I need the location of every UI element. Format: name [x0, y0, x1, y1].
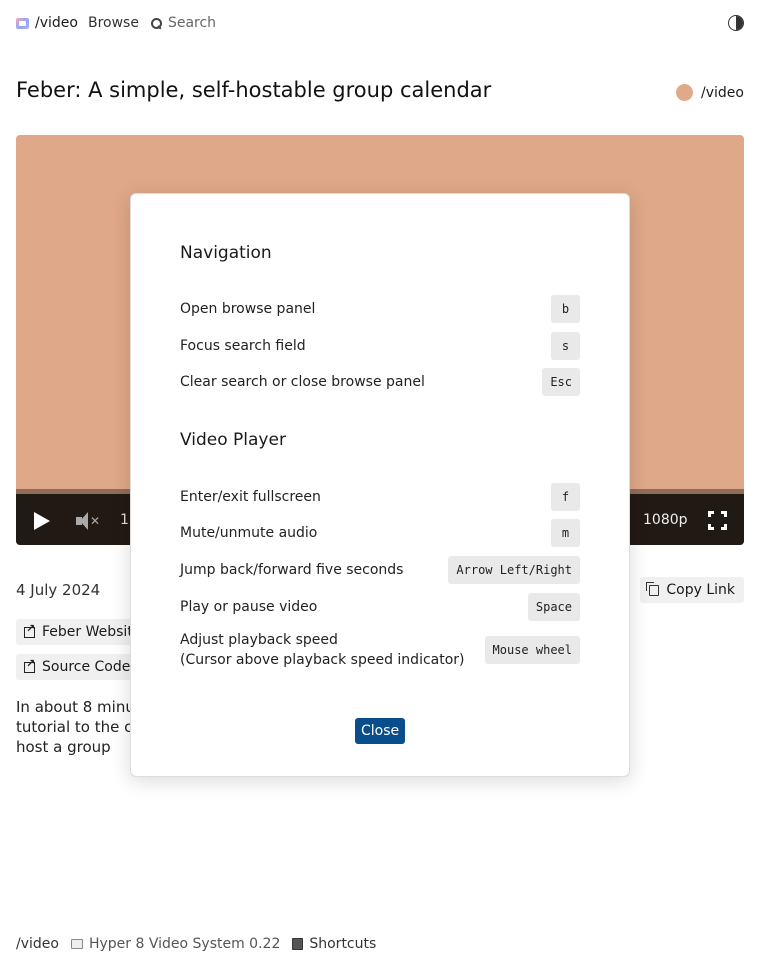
shortcut-row: Play or pause video Space [180, 593, 580, 621]
play-icon[interactable] [34, 512, 50, 530]
theme-toggle-icon[interactable] [728, 15, 744, 31]
shortcut-key: b [551, 295, 580, 323]
shortcut-label: Focus search field [180, 338, 306, 354]
shortcut-row: Enter/exit fullscreen f [180, 483, 580, 511]
shortcut-label-line2: (Cursor above playback speed indicator) [180, 652, 465, 668]
publish-date: 4 July 2024 [16, 581, 101, 599]
footer-home-link[interactable]: /video [16, 936, 59, 952]
website-link-label: Feber Website [42, 624, 142, 640]
shortcut-row: Mute/unmute audio m [180, 519, 580, 547]
shortcut-key: Mouse wheel [484, 636, 580, 664]
footer-shortcuts-label: Shortcuts [309, 936, 377, 952]
footer-system-link[interactable]: Hyper 8 Video System 0.22 [70, 936, 281, 952]
search-placeholder: Search [167, 15, 217, 31]
quality-selector[interactable]: 1080p [643, 512, 688, 528]
footer-shortcuts-link[interactable]: Shortcuts [292, 936, 376, 952]
section-title-video-player: Video Player [180, 430, 286, 450]
system-icon [70, 939, 83, 949]
external-link-icon [24, 622, 35, 638]
shortcut-key: Arrow Left/Right [448, 556, 580, 584]
mute-icon[interactable]: ✕ [76, 512, 100, 530]
copy-icon [646, 581, 660, 596]
channel-avatar [676, 84, 694, 101]
fullscreen-icon[interactable] [708, 511, 727, 530]
copy-link-button[interactable]: Copy Link [640, 577, 744, 603]
shortcut-row: Clear search or close browse panel Esc [180, 368, 580, 396]
search-icon [150, 17, 162, 29]
shortcut-label: Open browse panel [180, 301, 316, 317]
channel-link[interactable]: /video [676, 84, 744, 101]
browse-link[interactable]: Browse [88, 15, 139, 31]
shortcut-label: Clear search or close browse panel [180, 374, 425, 390]
shortcut-row: Jump back/forward five seconds Arrow Lef… [180, 556, 580, 584]
home-link[interactable]: /video [16, 15, 78, 31]
shortcut-label: Mute/unmute audio [180, 525, 318, 541]
shortcut-key: s [551, 332, 580, 360]
copy-link-label: Copy Link [666, 582, 735, 598]
shortcut-label: Adjust playback speed (Cursor above play… [180, 630, 465, 670]
shortcuts-dialog: Navigation Open browse panel b Focus sea… [130, 193, 630, 777]
shortcut-label: Enter/exit fullscreen [180, 489, 321, 505]
shortcuts-icon [292, 938, 304, 950]
footer-system-label: Hyper 8 Video System 0.22 [88, 936, 281, 952]
top-bar: /video Browse Search [16, 12, 744, 34]
shortcut-row: Focus search field s [180, 332, 580, 360]
shortcut-label: Play or pause video [180, 599, 318, 615]
shortcut-row: Open browse panel b [180, 295, 580, 323]
external-link-icon [24, 657, 35, 673]
shortcut-key: Esc [542, 368, 580, 396]
shortcut-key: Space [527, 593, 580, 621]
brand-label: /video [35, 15, 78, 31]
shortcut-label-line1: Adjust playback speed [180, 632, 338, 648]
search-field[interactable]: Search [150, 15, 217, 31]
shortcut-label: Jump back/forward five seconds [180, 562, 404, 578]
source-code-link-label: Source Code [42, 659, 131, 675]
shortcut-row: Adjust playback speed (Cursor above play… [180, 630, 580, 670]
shortcut-key: f [551, 483, 580, 511]
footer: /video Hyper 8 Video System 0.22 Shortcu… [16, 936, 376, 952]
source-code-link-button[interactable]: Source Code [16, 654, 139, 680]
channel-name: /video [701, 84, 744, 101]
page-title: Feber: A simple, self-hostable group cal… [16, 78, 492, 102]
shortcut-key: m [551, 519, 580, 547]
section-title-navigation: Navigation [180, 243, 272, 263]
close-button[interactable]: Close [355, 718, 406, 744]
logo-icon [16, 17, 29, 29]
